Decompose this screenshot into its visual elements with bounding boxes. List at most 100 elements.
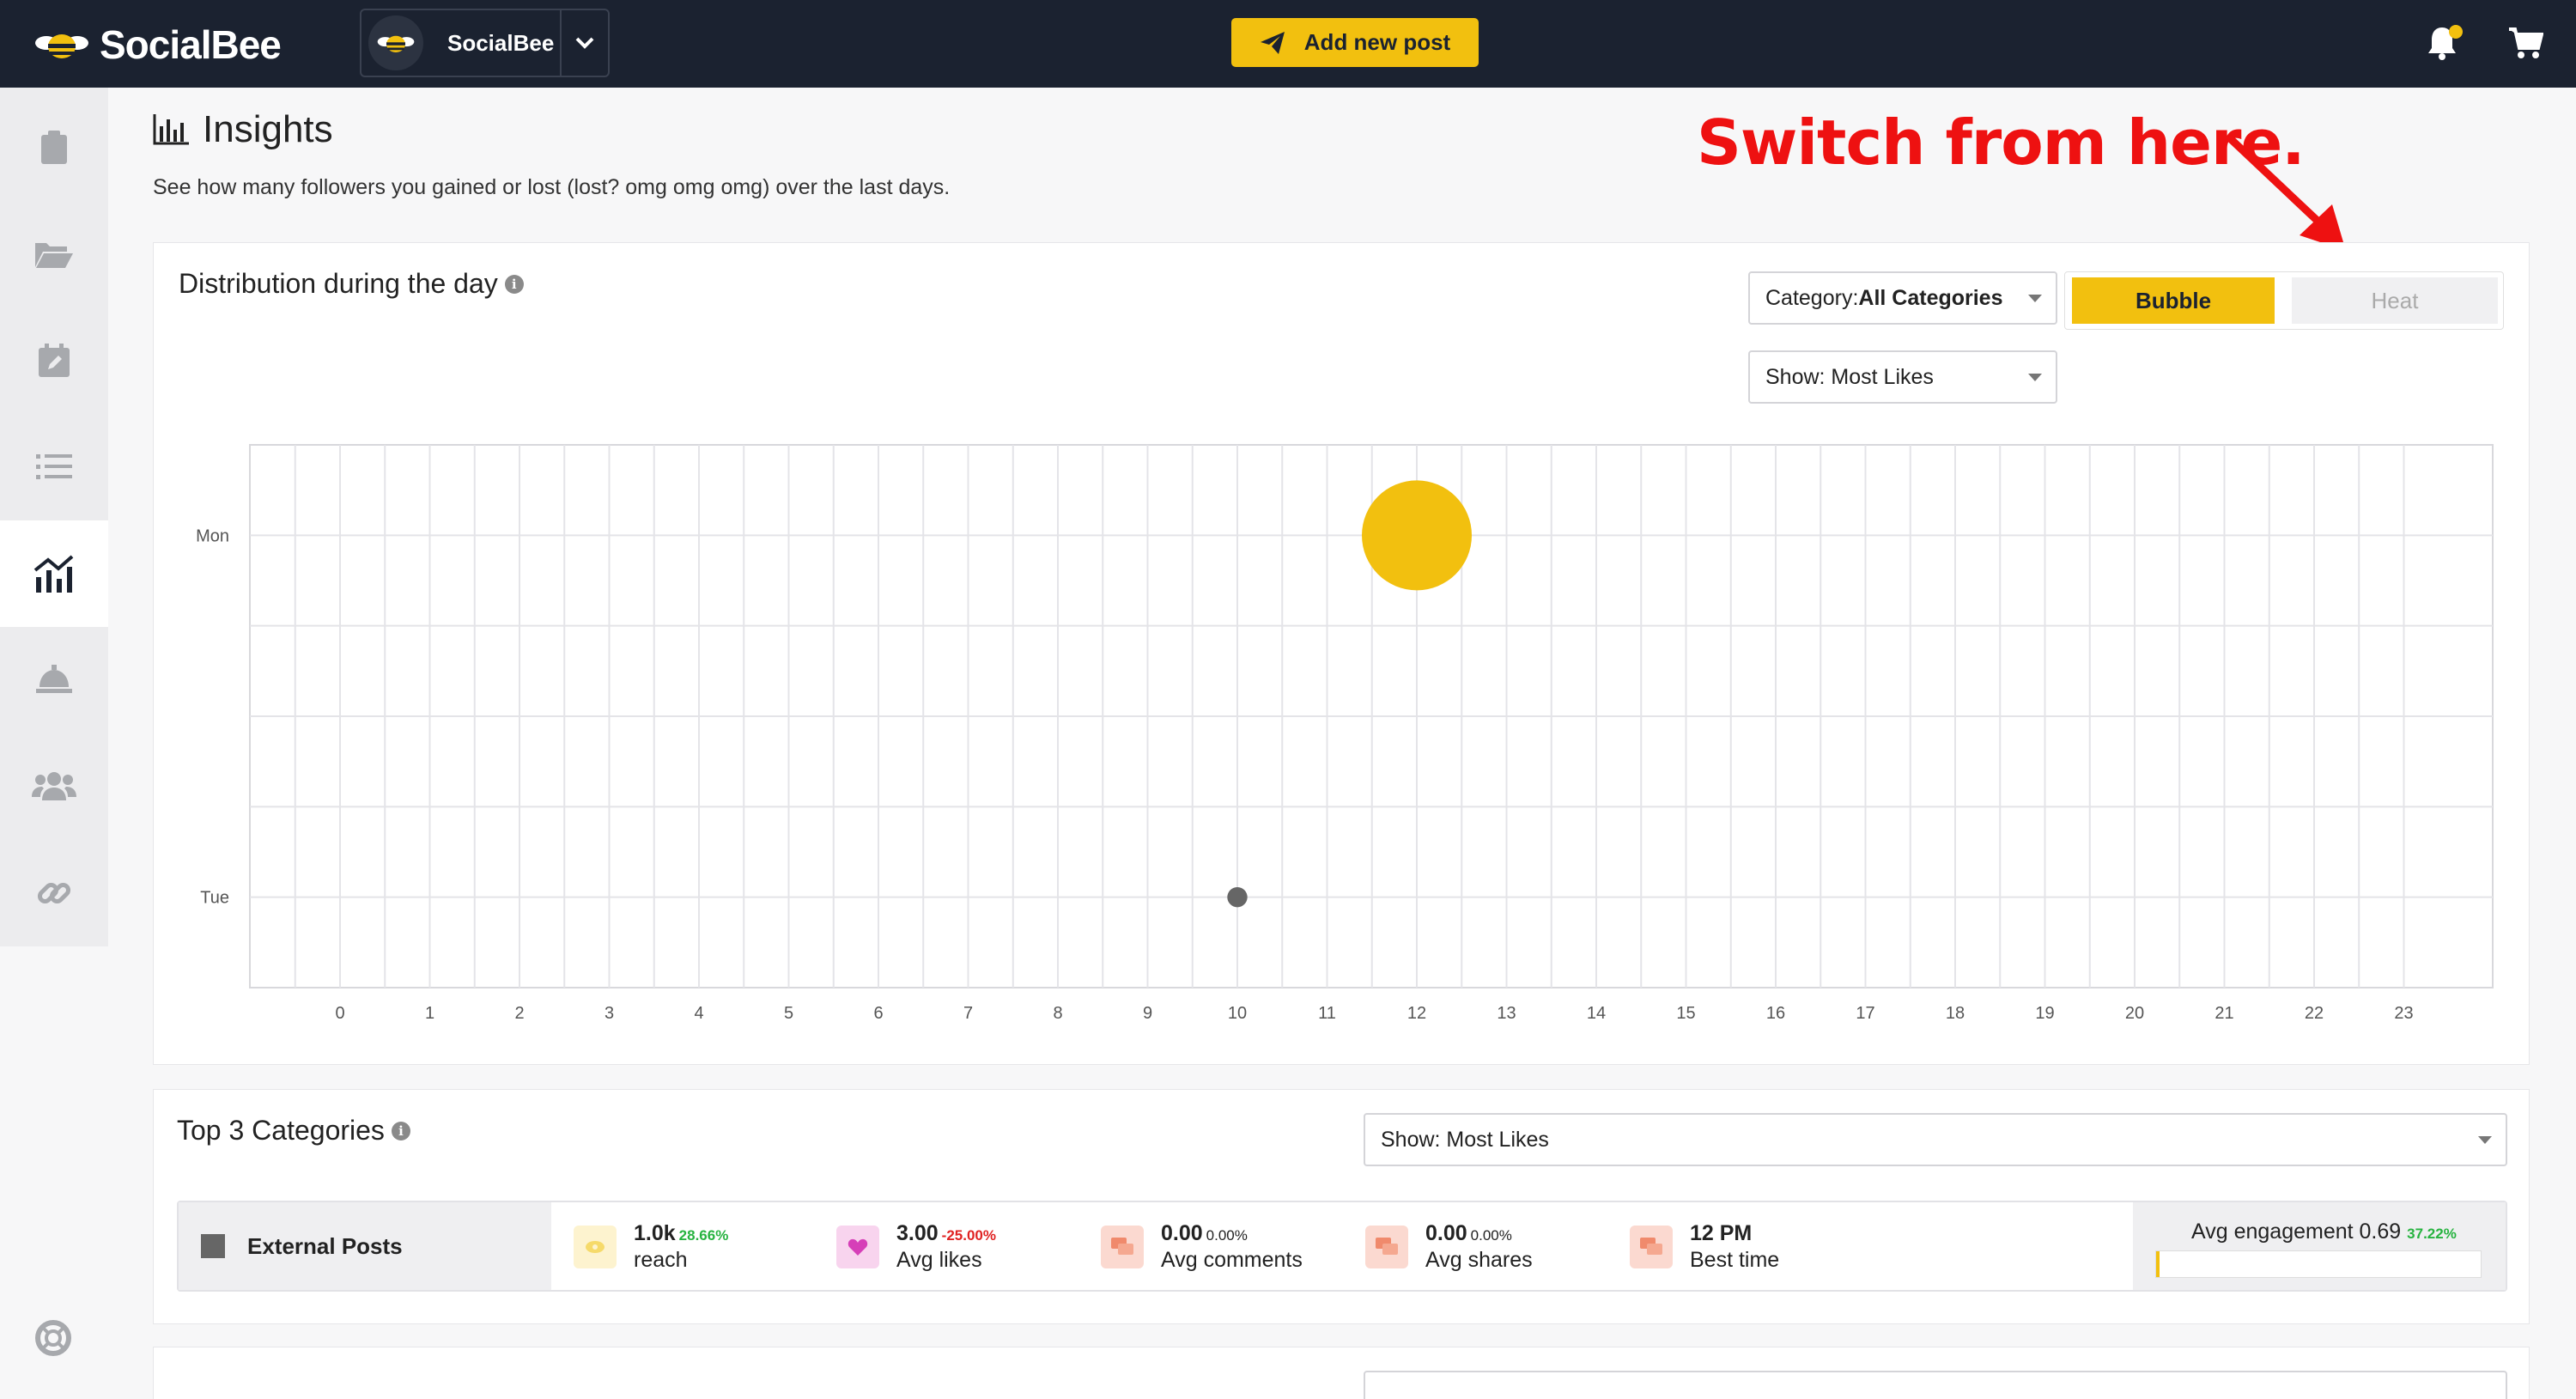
eye-icon — [574, 1226, 617, 1268]
distribution-chart: 0 1 2 3 4 5 6 7 8 9 10 11 12 13 14 15 16 17 18 19 20 21 22 23Mo… — [196, 444, 2494, 1023]
info-icon[interactable]: i — [391, 1121, 410, 1140]
x-tick-label: 21 — [2215, 1004, 2233, 1023]
account-name: SocialBee — [447, 29, 555, 56]
calendar-edit-icon — [39, 344, 70, 377]
avg-engagement-label: Avg engagement — [2191, 1220, 2354, 1244]
sidebar-item-schedule[interactable] — [0, 307, 108, 414]
avg-comments-change: 0.00% — [1206, 1227, 1248, 1244]
sidebar-item-team[interactable] — [0, 733, 108, 840]
category-name-cell: External Posts — [179, 1202, 551, 1290]
avg-engagement-cell: Avg engagement 0.69 37.22% — [2133, 1202, 2506, 1290]
cart-icon[interactable] — [2507, 26, 2543, 60]
sidebar-item-links[interactable] — [0, 840, 108, 946]
chevron-down-icon — [575, 37, 594, 49]
paper-plane-icon — [1260, 31, 1285, 54]
folder-open-icon — [35, 243, 73, 268]
sidebar-item-insights[interactable] — [0, 520, 108, 627]
service-bell-icon — [36, 665, 72, 693]
avg-engagement-text: Avg engagement 0.69 37.22% — [2191, 1220, 2457, 1244]
stat-reach: 1.0k 28.66% reach — [574, 1218, 728, 1276]
clipboard-icon — [41, 131, 67, 164]
sidebar-item-categories[interactable] — [0, 201, 108, 307]
sidebar-item-queue[interactable] — [0, 414, 108, 520]
category-name: External Posts — [247, 1232, 403, 1259]
next-card-select[interactable] — [1364, 1371, 2507, 1399]
avg-comments-label: Avg comments — [1161, 1248, 1303, 1272]
sidebar-item-content[interactable] — [0, 94, 108, 201]
x-tick-label: 14 — [1587, 1004, 1606, 1023]
x-tick-label: 10 — [1228, 1004, 1247, 1023]
avg-engagement-bar — [2155, 1250, 2482, 1278]
x-tick-label: 7 — [963, 1004, 973, 1023]
stat-avg-comments: 0.00 0.00% Avg comments — [1101, 1218, 1303, 1276]
x-tick-label: 4 — [694, 1004, 703, 1023]
page-title: Insights — [153, 108, 333, 151]
category-row[interactable]: External Posts 1.0k 28.66% reach 3.00 -25.… — [177, 1201, 2507, 1292]
caret-down-icon — [2478, 1136, 2492, 1144]
best-time-value: 12 PM — [1690, 1221, 1753, 1245]
x-tick-label: 0 — [335, 1004, 344, 1023]
reach-change: 28.66% — [678, 1227, 729, 1244]
share-icon — [1365, 1226, 1408, 1268]
y-tick-label: Tue — [200, 889, 229, 908]
avg-shares-change: 0.00% — [1470, 1227, 1512, 1244]
x-tick-label: 15 — [1676, 1004, 1695, 1023]
top-categories-title: Top 3 Categories i — [177, 1115, 410, 1147]
category-color-swatch — [201, 1234, 225, 1258]
top-categories-title-text: Top 3 Categories — [177, 1115, 385, 1146]
analytics-chart-icon — [33, 555, 74, 593]
brand-logo[interactable]: SocialBee — [34, 21, 282, 69]
top-bar: SocialBee SocialBee Add new post — [0, 0, 2576, 88]
avg-shares-label: Avg shares — [1425, 1248, 1533, 1272]
x-tick-label: 16 — [1766, 1004, 1785, 1023]
reach-label: reach — [634, 1248, 688, 1272]
avg-engagement-change: 37.22% — [2407, 1226, 2457, 1242]
best-time-label: Best time — [1690, 1248, 1780, 1272]
x-tick-label: 6 — [873, 1004, 883, 1023]
account-dropdown-button[interactable] — [560, 10, 608, 76]
notification-dot — [2449, 25, 2463, 39]
link-icon — [37, 882, 71, 904]
brand-name: SocialBee — [100, 22, 282, 67]
data-point-bubble[interactable] — [1362, 480, 1472, 591]
x-tick-label: 22 — [2305, 1004, 2324, 1023]
sidebar-item-services[interactable] — [0, 627, 108, 733]
add-new-post-button[interactable]: Add new post — [1231, 18, 1479, 67]
top-categories-show-select[interactable]: Show: Most Likes — [1364, 1113, 2507, 1166]
data-point-bubble[interactable] — [1227, 886, 1248, 908]
sidebar — [0, 88, 108, 946]
page-subtitle: See how many followers you gained or los… — [153, 175, 951, 199]
x-tick-label: 23 — [2394, 1004, 2413, 1023]
avg-engagement-value: 0.69 — [2359, 1220, 2402, 1244]
x-tick-label: 3 — [605, 1004, 614, 1023]
x-tick-label: 13 — [1497, 1004, 1516, 1023]
page-title-text: Insights — [203, 108, 333, 150]
list-icon — [36, 454, 72, 479]
stat-best-time: 12 PM Best time — [1630, 1218, 1779, 1276]
x-tick-label: 11 — [1318, 1004, 1336, 1023]
avg-shares-value: 0.00 — [1425, 1221, 1467, 1245]
x-tick-label: 17 — [1856, 1004, 1874, 1023]
users-icon — [32, 772, 76, 800]
avg-engagement-bar-fill — [2156, 1251, 2160, 1277]
clock-icon — [1630, 1226, 1673, 1268]
x-tick-label: 8 — [1053, 1004, 1062, 1023]
x-tick-label: 2 — [514, 1004, 524, 1023]
stat-avg-shares: 0.00 0.00% Avg shares — [1365, 1218, 1533, 1276]
x-tick-label: 12 — [1407, 1004, 1426, 1023]
avg-likes-change: -25.00% — [941, 1227, 996, 1244]
add-new-post-label: Add new post — [1303, 29, 1451, 55]
x-tick-label: 1 — [425, 1004, 434, 1023]
avg-likes-label: Avg likes — [896, 1248, 982, 1272]
bee-icon — [35, 34, 88, 58]
x-tick-label: 5 — [784, 1004, 793, 1023]
x-tick-label: 20 — [2125, 1004, 2144, 1023]
heart-icon — [836, 1226, 879, 1268]
x-tick-label: 19 — [2035, 1004, 2054, 1023]
x-tick-label: 18 — [1946, 1004, 1965, 1023]
top-categories-show-value: Show: Most Likes — [1381, 1127, 1549, 1152]
account-switcher[interactable]: SocialBee — [360, 9, 610, 77]
help-lifebuoy-icon[interactable] — [34, 1319, 72, 1357]
bar-chart-icon — [153, 114, 189, 145]
comments-icon — [1101, 1226, 1144, 1268]
